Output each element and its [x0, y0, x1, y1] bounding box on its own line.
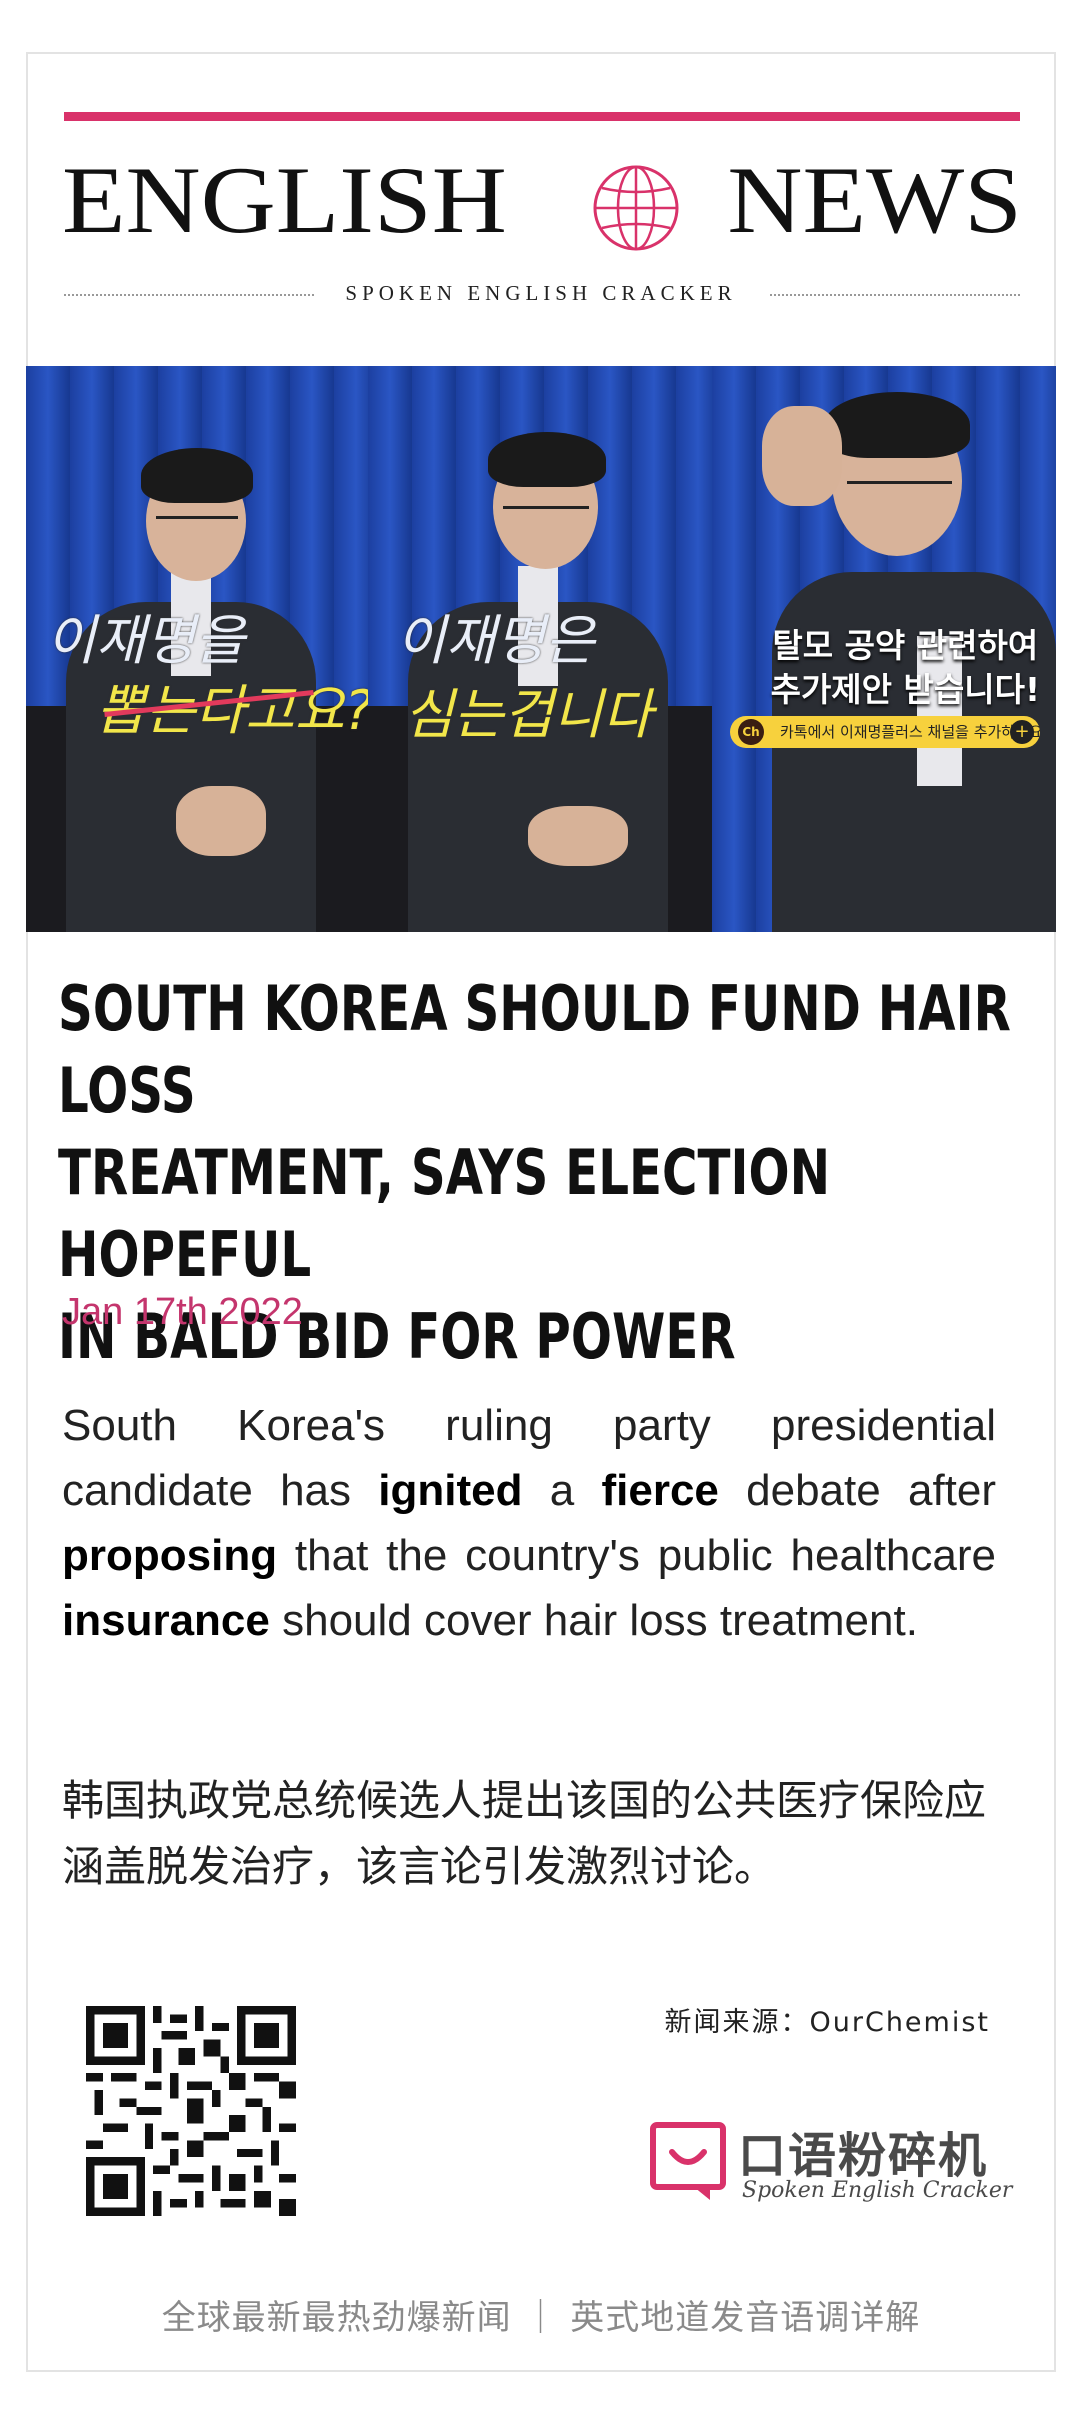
article-photo: 이재명을 뽑는다고요? 이재명은 심는겁니다 탈모 공약 관련하여 추가제안 받…	[26, 366, 1056, 932]
headline-line-1: SOUTH KOREA SHOULD FUND HAIR LOSS	[58, 972, 1011, 1127]
keyword: fierce	[601, 1466, 719, 1515]
brand-logo-subtext: Spoken English Cracker	[742, 2178, 1013, 2203]
top-accent-rule	[64, 112, 1020, 121]
photo3-promo-text: 탈모 공약 관련하여 추가제안 받습니다!	[771, 624, 1040, 712]
photo3-channel-pill: Ch 카톡에서 이재명플러스 채널을 추가하세요 +	[730, 716, 1040, 748]
keyword: ignited	[378, 1466, 523, 1515]
brand-logo-text: 口语粉碎机	[738, 2128, 989, 2184]
article-body-english: South Korea's ruling party presidential …	[62, 1393, 996, 1653]
qr-code	[86, 2006, 296, 2216]
masthead: ENGLISH NEWS	[62, 150, 1022, 260]
body-text: should cover hair loss treatment.	[269, 1596, 918, 1645]
body-text: a	[522, 1466, 602, 1515]
photo2-caption-line2: 심는겁니다	[404, 683, 653, 746]
photo3-pill-text: 카톡에서 이재명플러스 채널을 추가하세요	[780, 723, 1040, 741]
masthead-word-english: ENGLISH	[62, 147, 507, 254]
masthead-subtitle: SPOKEN ENGLISH CRACKER	[345, 281, 737, 305]
subtitle-rule-left	[64, 294, 314, 296]
photo3-promo-line2: 추가제안 받습니다!	[770, 670, 1040, 709]
photo2-caption-line1: 이재명은	[396, 609, 595, 672]
body-text: that the country's public healthcare	[277, 1531, 996, 1580]
body-text: debate after	[718, 1466, 997, 1515]
photo1-caption-line2: 뽑는다고요?	[96, 679, 368, 742]
photo3-promo-line1: 탈모 공약 관련하여	[772, 626, 1039, 665]
news-source: 新闻来源：OurChemist	[664, 2007, 990, 2038]
photo1-caption-line1: 이재명을	[46, 609, 245, 672]
headline-line-2: TREATMENT, SAYS ELECTION HOPEFUL	[58, 1136, 831, 1291]
article-date: Jan 17th 2022	[62, 1291, 303, 1333]
photo-panel-2: 이재명은 심는겁니다	[368, 366, 712, 932]
brand-logo-icon	[650, 2122, 726, 2200]
photo-panel-3: 탈모 공약 관련하여 추가제안 받습니다! Ch 카톡에서 이재명플러스 채널을…	[712, 366, 1056, 932]
subtitle-rule-right	[770, 294, 1020, 296]
keyword: insurance	[62, 1596, 270, 1645]
kakao-channel-icon: Ch	[738, 719, 764, 745]
plus-icon: +	[1010, 720, 1034, 744]
article-body-chinese: 韩国执政党总统候选人提出该国的公共医疗保险应涵盖脱发治疗，该言论引发激烈讨论。	[62, 1776, 987, 1891]
globe-icon	[593, 165, 679, 251]
keyword: proposing	[62, 1531, 278, 1580]
masthead-word-news: NEWS	[727, 147, 1022, 254]
footer-tagline: 全球最新最热劲爆新闻 ｜ 英式地道发音语调详解	[161, 2298, 921, 2338]
photo-panel-1: 이재명을 뽑는다고요?	[26, 366, 368, 932]
